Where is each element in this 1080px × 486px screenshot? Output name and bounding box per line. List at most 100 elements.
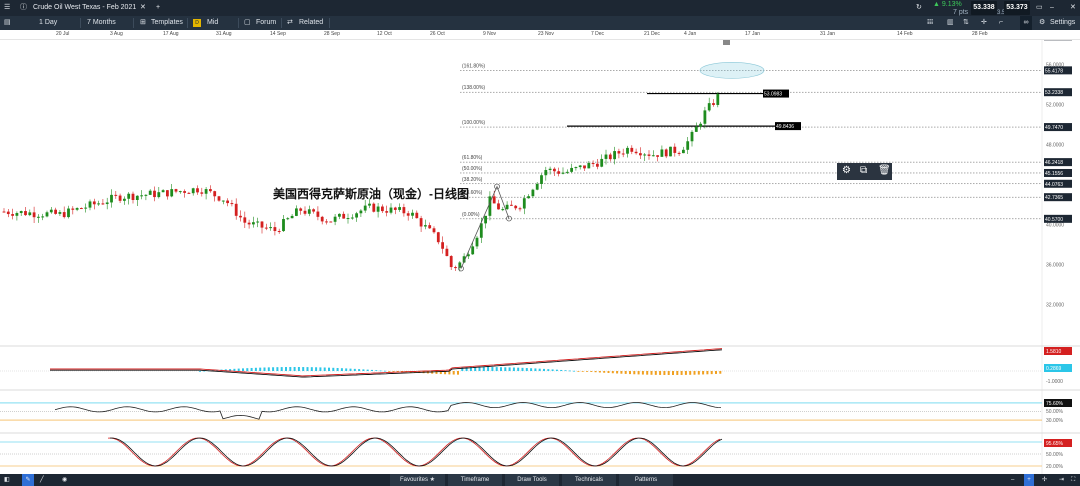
add-tab-icon[interactable]: +	[156, 0, 160, 16]
alert-icon[interactable]: ▭	[1036, 0, 1043, 16]
templates-icon[interactable]: ⊞	[140, 16, 146, 30]
related-button[interactable]: Related	[299, 16, 323, 30]
macd-histogram-bar	[366, 369, 369, 371]
forum-button[interactable]: Forum	[256, 16, 276, 30]
candle-body	[200, 192, 204, 194]
candle-body	[664, 149, 668, 157]
technicals-label: Technicals	[574, 477, 603, 483]
horizontal-line-tag: 53.0983	[764, 92, 782, 98]
chart-type-icon[interactable]: 𝍖	[927, 16, 933, 30]
macd-histogram-bar	[353, 368, 356, 371]
candle-body	[531, 189, 535, 197]
zoom-out-icon[interactable]: –	[1011, 474, 1014, 486]
sidebar-icon[interactable]: ◧	[4, 474, 10, 486]
menu-icon[interactable]: ☰	[4, 0, 10, 16]
related-icon[interactable]: ⇄	[287, 16, 293, 30]
drawing-settings-icon[interactable]: ⚙	[842, 165, 851, 176]
price-axis-tick: 48.0000	[1046, 143, 1064, 149]
candle-body	[148, 190, 152, 195]
link-icon[interactable]: ∞	[1020, 16, 1032, 30]
date-tick-label: 14 Sep	[270, 31, 286, 37]
candle-body	[488, 196, 492, 216]
technicals-tab[interactable]: Technicals	[562, 474, 616, 486]
candle-body	[260, 221, 264, 228]
settings-icon[interactable]: ⚙	[1039, 16, 1045, 30]
candle-body	[123, 198, 126, 201]
macd-histogram-bar	[371, 369, 373, 371]
buy-price-button[interactable]: 53.373	[1004, 1, 1030, 15]
minimize-icon[interactable]: –	[1050, 0, 1054, 16]
candle-body	[445, 248, 449, 257]
line-tool-icon[interactable]: ⌐	[999, 16, 1003, 30]
candle-body	[2, 211, 6, 213]
delete-icon[interactable]: 🗑	[878, 165, 891, 176]
refresh-icon[interactable]: ↻	[916, 0, 922, 16]
info-icon[interactable]: ⓘ	[20, 0, 27, 16]
close-icon[interactable]: ✕	[1070, 0, 1076, 16]
sell-price-button[interactable]: 53.338	[971, 1, 997, 15]
close-tab-icon[interactable]: ✕	[140, 0, 146, 16]
macd-histogram-bar	[362, 369, 365, 371]
candle-body	[118, 195, 122, 201]
compare-icon[interactable]: ⇅	[963, 16, 969, 30]
range-select[interactable]: 7 Months	[87, 16, 116, 30]
price-axis-tick: 32.0000	[1046, 303, 1064, 309]
macd-histogram-bar	[383, 370, 386, 372]
interval-select[interactable]: 1 Day	[39, 16, 57, 30]
macd-histogram-bar	[680, 371, 683, 375]
eye-icon[interactable]: ◉	[62, 474, 67, 486]
price-type-select[interactable]: Mid	[207, 16, 218, 30]
macd-histogram-bar	[375, 370, 378, 371]
macd-histogram-bar	[650, 371, 653, 375]
candle-body	[402, 207, 406, 214]
crosshair-icon[interactable]: ✛	[981, 16, 987, 30]
macd-histogram-bar	[564, 370, 567, 372]
templates-button[interactable]: Templates	[151, 16, 183, 30]
forum-icon[interactable]: ▢	[244, 16, 251, 30]
macd-histogram-bar	[199, 371, 201, 372]
candle-body	[557, 171, 561, 174]
fullscreen-icon[interactable]: ⛶	[1071, 474, 1075, 486]
draw-tools-tab[interactable]: Draw Tools	[505, 474, 559, 486]
candle-body	[62, 212, 66, 218]
macd-histogram-bar	[289, 367, 292, 371]
macd-histogram-bar	[237, 368, 240, 371]
candle-body	[673, 146, 677, 153]
chart-overlay-title: 美国西得克萨斯原油（现金）-日线图	[273, 187, 469, 201]
pan-right-icon[interactable]: ⇥	[1059, 474, 1064, 486]
candle-body	[527, 196, 530, 199]
duplicate-icon[interactable]: ⧉	[860, 165, 867, 176]
layout-icon[interactable]: ▥	[947, 16, 954, 30]
instrument-title[interactable]: Crude Oil West Texas - Feb 2021	[33, 0, 136, 16]
macd-histogram-bar	[319, 367, 322, 371]
candle-body	[630, 147, 634, 152]
candle-body	[363, 205, 367, 211]
date-tick-label: 3 Aug	[110, 31, 123, 37]
candle-body	[406, 213, 410, 216]
fib-price-tag: 44.0763	[1045, 182, 1063, 188]
candle-body	[643, 154, 647, 156]
candle-body	[471, 246, 475, 255]
macd-histogram-bar	[629, 371, 631, 375]
candle-body	[694, 126, 698, 132]
candle-body	[196, 188, 199, 193]
sidebar-toggle-icon[interactable]: ▤	[4, 16, 11, 30]
date-tick-label: 17 Aug	[163, 31, 179, 37]
chart-area[interactable]: 60.000056.000052.000048.000044.000040.00…	[0, 40, 1080, 474]
patterns-tab[interactable]: Patterns	[619, 474, 673, 486]
candle-body	[135, 195, 139, 200]
macd-histogram-bar	[581, 371, 584, 372]
candle-body	[424, 225, 427, 227]
line-tool-bottom-icon[interactable]: ╱	[40, 474, 44, 486]
favourites-tab[interactable]: Favourites ★	[390, 474, 445, 486]
candle-body	[544, 170, 548, 176]
candle-body	[32, 212, 36, 218]
macd-histogram-bar	[250, 367, 253, 371]
zoom-in-icon[interactable]: +	[1024, 474, 1034, 486]
timeframe-tab[interactable]: Timeframe	[448, 474, 502, 486]
pan-icon[interactable]: ✢	[1042, 474, 1047, 486]
settings-button[interactable]: Settings	[1050, 16, 1075, 30]
pencil-icon[interactable]: ✎	[22, 474, 34, 486]
candle-body	[574, 167, 578, 169]
macd-histogram-bar	[684, 371, 687, 375]
